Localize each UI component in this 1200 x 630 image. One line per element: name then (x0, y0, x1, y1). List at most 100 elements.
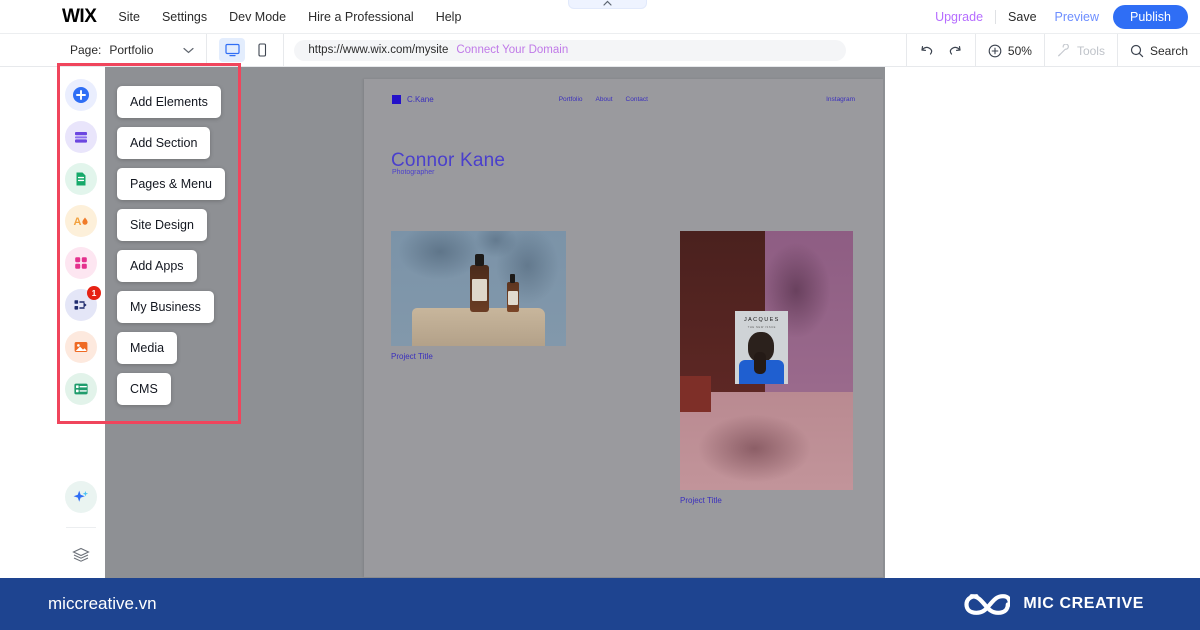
ai-sparkle-icon (73, 490, 89, 502)
rail-pages-menu-button[interactable] (65, 163, 97, 195)
rail-site-design-button[interactable]: A (65, 205, 97, 237)
menu-item-dev-mode[interactable]: Dev Mode (229, 10, 286, 24)
redo-icon[interactable] (948, 44, 963, 57)
wix-editor-screenshot: WIX Site Settings Dev Mode Hire a Profes… (0, 0, 1200, 630)
menu-button-add-apps[interactable]: Add Apps (117, 250, 197, 282)
upgrade-link[interactable]: Upgrade (935, 10, 983, 24)
site-logo-icon (392, 94, 401, 104)
site-social-instagram[interactable]: Instagram (826, 96, 855, 103)
menu-button-site-design[interactable]: Site Design (117, 209, 207, 241)
rail-add-apps-button[interactable] (65, 247, 97, 279)
collapse-toolbar-handle[interactable] (568, 0, 647, 9)
site-nav-about[interactable]: About (596, 96, 613, 103)
chevron-up-icon (603, 0, 612, 6)
pages-icon (76, 172, 86, 186)
my-business-badge: 1 (87, 286, 101, 300)
project-2-image: JACQUES THE NEW ISSUE (680, 231, 853, 490)
project-1-image (391, 231, 566, 346)
rail-ai-assistant-button[interactable] (65, 481, 97, 513)
media-icon (74, 342, 88, 352)
stone-slab (412, 308, 545, 346)
menu-item-site[interactable]: Site (118, 10, 140, 24)
bottle-small (506, 273, 519, 312)
tools-icon (1057, 43, 1069, 56)
rail-cms-button[interactable] (65, 373, 97, 405)
leaf-shadow-lower (693, 412, 815, 485)
rail-media-button[interactable] (65, 331, 97, 363)
page-selector[interactable]: Page: Portfolio (70, 43, 194, 57)
preview-button[interactable]: Preview (1055, 10, 1099, 24)
rail-add-section-button[interactable] (65, 121, 97, 153)
add-icon (73, 87, 89, 103)
divider (995, 10, 997, 24)
desktop-icon (225, 43, 240, 57)
tools-label: Tools (1076, 43, 1105, 58)
menu-item-settings[interactable]: Settings (162, 10, 207, 24)
footer-brand-bar: miccreative.vn MIC CREATIVE (0, 578, 1200, 630)
site-hero-subtitle: Photographer (392, 169, 435, 176)
bottle-large (469, 253, 489, 312)
undo-icon[interactable] (919, 44, 934, 57)
project-2[interactable]: JACQUES THE NEW ISSUE Project Title (680, 231, 853, 505)
footer-site-url: miccreative.vn (48, 594, 157, 613)
mobile-view-button[interactable] (249, 38, 275, 62)
editor-menu-panel: Add Elements Add Section Pages & Menu Si… (105, 67, 241, 579)
menu-button-pages-and-menu[interactable]: Pages & Menu (117, 168, 225, 200)
floor-accent (680, 376, 712, 413)
site-nav-contact[interactable]: Contact (626, 96, 648, 103)
my-business-icon (74, 300, 87, 310)
top-bar: WIX Site Settings Dev Mode Hire a Profes… (0, 0, 1200, 34)
rail-my-business-button[interactable]: 1 (65, 286, 101, 321)
site-url-bar[interactable]: https://www.wix.com/mysite Connect Your … (294, 39, 847, 61)
top-menu: Site Settings Dev Mode Hire a Profession… (118, 10, 461, 24)
magazine-title: JACQUES (743, 317, 780, 324)
zoom-in-icon (988, 44, 1002, 57)
magazine-subtitle: THE NEW ISSUE (747, 326, 776, 330)
search-button[interactable]: Search (1116, 34, 1200, 67)
zoom-level: 50% (1007, 43, 1032, 58)
editor-toolbar: Page: Portfolio https://www.wix.com/mysi… (0, 33, 1200, 67)
tools-button[interactable]: Tools (1043, 34, 1117, 67)
menu-item-help[interactable]: Help (436, 10, 462, 24)
chevron-down-icon (183, 47, 194, 53)
search-icon (1130, 44, 1144, 57)
project-2-caption[interactable]: Project Title (680, 496, 853, 505)
menu-button-add-elements[interactable]: Add Elements (117, 86, 221, 118)
left-icon-rail: A 1 (57, 67, 105, 579)
add-section-icon (75, 132, 87, 143)
publish-button[interactable]: Publish (1113, 5, 1188, 29)
divider (206, 33, 208, 67)
rail-add-button[interactable] (65, 79, 97, 111)
rail-divider (66, 527, 96, 528)
undo-redo-group (905, 34, 975, 67)
menu-button-my-business[interactable]: My Business (117, 291, 214, 323)
footer-brand: MIC CREATIVE (964, 591, 1144, 618)
zoom-control[interactable]: 50% (974, 34, 1044, 67)
search-label: Search (1149, 43, 1188, 58)
wix-logo[interactable]: WIX (62, 6, 97, 28)
footer-brand-name: MIC CREATIVE (1023, 595, 1144, 612)
layers-icon (72, 547, 90, 562)
menu-item-hire-a-professional[interactable]: Hire a Professional (308, 10, 414, 24)
save-button[interactable]: Save (1008, 10, 1037, 24)
top-bar-actions: Upgrade Save Preview Publish (935, 0, 1188, 34)
connect-domain-link[interactable]: Connect Your Domain (456, 44, 568, 56)
svg-text:A: A (74, 216, 82, 228)
page-label: Page: (70, 43, 102, 57)
site-brand: C.Kane (407, 94, 434, 104)
project-1-caption[interactable]: Project Title (391, 352, 566, 361)
menu-button-media[interactable]: Media (117, 332, 178, 364)
desktop-view-button[interactable] (219, 38, 246, 62)
menu-button-cms[interactable]: CMS (117, 373, 171, 405)
site-header: C.Kane Portfolio About Contact Instagram (392, 89, 855, 109)
divider (283, 33, 285, 67)
site-nav-links: Portfolio About Contact (559, 96, 648, 103)
site-design-icon: A (74, 216, 88, 228)
menu-button-add-section[interactable]: Add Section (117, 127, 211, 159)
site-nav-portfolio[interactable]: Portfolio (559, 96, 583, 103)
infinity-loop-icon (964, 593, 1011, 615)
cms-icon (74, 383, 88, 395)
site-preview-canvas[interactable]: C.Kane Portfolio About Contact Instagram… (364, 79, 883, 577)
project-1[interactable]: Project Title (391, 231, 566, 361)
rail-layers-button[interactable] (65, 539, 97, 571)
